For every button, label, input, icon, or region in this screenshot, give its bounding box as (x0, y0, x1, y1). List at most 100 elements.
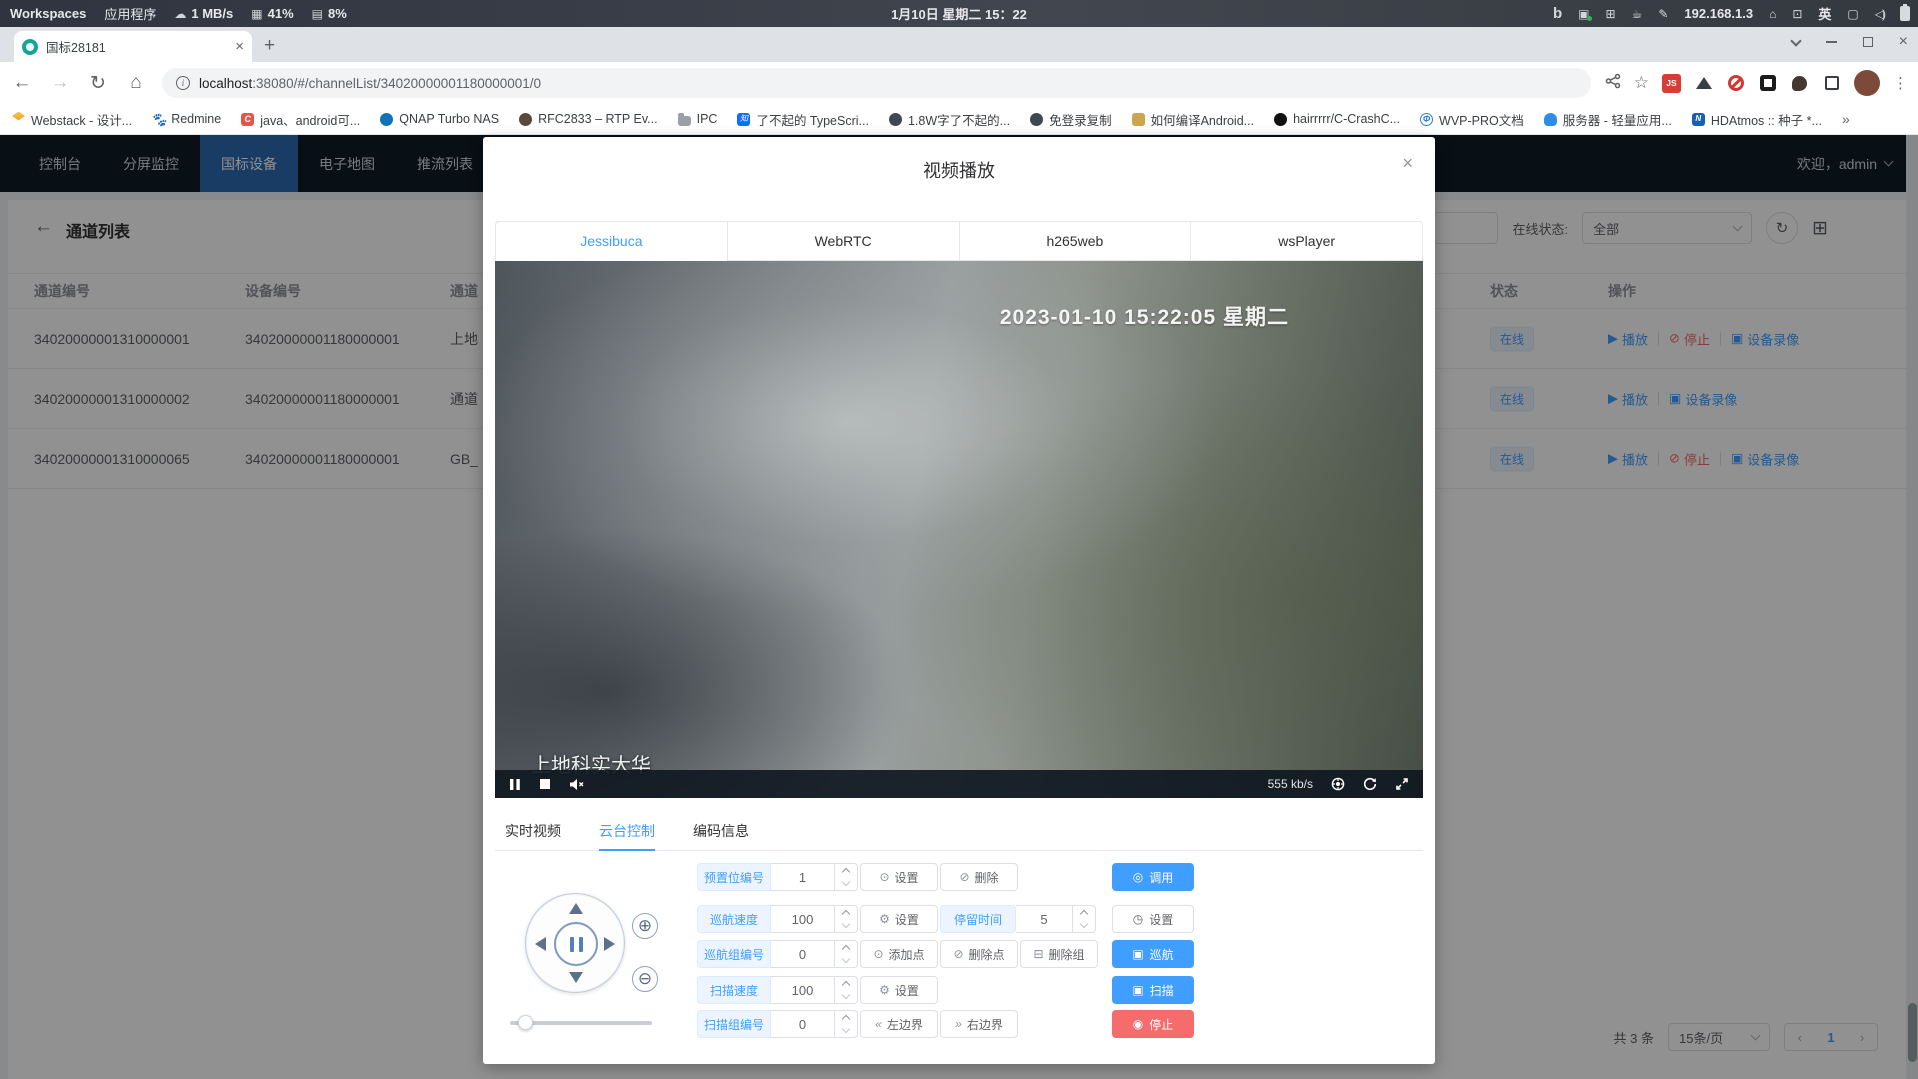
share-icon[interactable] (1605, 73, 1621, 94)
bookmark-item[interactable]: 知了不起的 TypeScri... (737, 110, 869, 129)
preset-stepper[interactable] (835, 863, 858, 891)
stepper-down-icon[interactable] (1073, 919, 1095, 932)
stepper-up-icon[interactable] (835, 977, 857, 990)
tab-jessibuca[interactable]: Jessibuca (495, 221, 728, 261)
tool-tray-icon[interactable]: ✎ (1658, 7, 1668, 21)
bookmark-item[interactable]: 服务器 - 轻量应用... (1544, 110, 1672, 129)
delete-point-button[interactable]: ⊘删除点 (940, 940, 1018, 968)
stepper-up-icon[interactable] (835, 906, 857, 919)
left-boundary-button[interactable]: «左边界 (860, 1010, 938, 1038)
fullscreen-icon[interactable] (1395, 777, 1409, 791)
hat-extension-icon[interactable] (1694, 74, 1713, 93)
ptz-right-icon[interactable] (604, 937, 615, 951)
ptz-up-icon[interactable] (569, 903, 583, 914)
window-close-button[interactable]: × (1899, 33, 1908, 51)
cruise-start-button[interactable]: ▣巡航 (1112, 940, 1194, 968)
preset-set-button[interactable]: ⊙设置 (860, 863, 938, 891)
ptz-down-icon[interactable] (569, 972, 583, 983)
slider-handle[interactable] (518, 1015, 533, 1030)
bookmark-item[interactable]: RFC2833 – RTP Ev... (519, 112, 658, 126)
bookmark-item[interactable]: 1.8W字了不起的... (889, 110, 1010, 129)
stepper-up-icon[interactable] (835, 864, 857, 877)
stepper-down-icon[interactable] (835, 954, 857, 967)
ptz-left-icon[interactable] (535, 937, 546, 951)
bookmark-item[interactable]: 如何编译Android... (1132, 110, 1255, 129)
cruise-group-stepper[interactable] (835, 940, 858, 968)
cup-tray-icon[interactable]: ☕ (1632, 7, 1643, 21)
browser-tab[interactable]: 国标28181 × (14, 31, 252, 62)
clock[interactable]: 1月10日 星期二 15：22 (891, 4, 1027, 23)
frame-extension-icon[interactable] (1822, 74, 1841, 93)
scan-speed-stepper[interactable] (835, 976, 858, 1004)
ptz-stop-button[interactable]: ◉停止 (1112, 1010, 1194, 1038)
url-bar[interactable]: i localhost:38080/#/channelList/34020000… (162, 68, 1591, 98)
site-info-icon[interactable]: i (176, 76, 190, 90)
display-tray-icon[interactable]: ▢ (1847, 7, 1858, 21)
stepper-up-icon[interactable] (835, 1011, 857, 1024)
window-minimize-button[interactable] (1826, 41, 1837, 43)
back-icon[interactable]: ← (10, 72, 34, 94)
preset-call-button[interactable]: ◎调用 (1112, 863, 1194, 891)
bookmark-item[interactable]: ΦWVP-PRO文档 (1420, 110, 1524, 129)
stepper-down-icon[interactable] (835, 1024, 857, 1037)
pause-button[interactable] (509, 778, 521, 791)
stepper-down-icon[interactable] (835, 990, 857, 1003)
stay-time-input[interactable]: 5 (1016, 905, 1073, 933)
applications-menu[interactable]: 应用程序 (104, 4, 156, 23)
close-icon[interactable]: × (1402, 153, 1413, 174)
zoom-out-icon[interactable]: ⊖ (632, 966, 658, 992)
tab-search-icon[interactable] (1790, 35, 1801, 46)
video-player[interactable]: 2023-01-10 15:22:05 星期二 上地科实大华 555 kb/s (495, 261, 1423, 798)
bookmark-item[interactable]: 免登录复制 (1030, 110, 1112, 129)
subtab-ptz-control[interactable]: 云台控制 (599, 813, 655, 851)
cruise-speed-stepper[interactable] (835, 905, 858, 933)
profile-avatar[interactable] (1854, 70, 1880, 96)
bookmark-item[interactable]: NHDAtmos :: 种子 *... (1692, 110, 1822, 129)
stepper-up-icon[interactable] (1073, 906, 1095, 919)
bookmarks-overflow-icon[interactable]: » (1842, 111, 1850, 127)
subtab-live-video[interactable]: 实时视频 (505, 813, 561, 851)
reload-icon[interactable]: ↻ (86, 72, 110, 95)
ptz-speed-slider[interactable] (510, 1021, 652, 1025)
bookmark-item[interactable]: hairrrrr/C-CrashC... (1274, 112, 1400, 126)
notes-tray-icon[interactable]: ▣ (1578, 7, 1589, 21)
stepper-down-icon[interactable] (835, 877, 857, 890)
volume-icon[interactable]: ◁) (1875, 7, 1884, 21)
forward-icon[interactable]: → (48, 72, 72, 94)
mute-icon[interactable] (569, 778, 585, 791)
tab-h265web[interactable]: h265web (959, 221, 1192, 261)
cruise-speed-input[interactable]: 100 (771, 905, 835, 933)
pin-extension-icon[interactable] (1790, 74, 1809, 93)
home-tray-icon[interactable]: ⌂ (1769, 7, 1776, 21)
bookmark-item[interactable]: 🐾Redmine (152, 112, 221, 126)
blocker-extension-icon[interactable] (1726, 74, 1745, 93)
scan-speed-set-button[interactable]: ⚙设置 (860, 976, 938, 1004)
performance-icon[interactable] (1331, 777, 1345, 791)
bookmark-item[interactable]: QNAP Turbo NAS (380, 112, 499, 126)
window-maximize-button[interactable] (1863, 37, 1873, 47)
bookmark-item[interactable]: Webstack - 设计... (12, 110, 132, 129)
scan-group-input[interactable]: 0 (771, 1010, 835, 1038)
new-tab-button[interactable]: + (264, 35, 275, 57)
right-boundary-button[interactable]: »右边界 (940, 1010, 1018, 1038)
windows-tray-icon[interactable]: ⊡ (1792, 7, 1802, 21)
tab-wsplayer[interactable]: wsPlayer (1190, 221, 1423, 261)
bookmark-item[interactable]: IPC (678, 112, 718, 126)
cruise-group-input[interactable]: 0 (771, 940, 835, 968)
add-point-button[interactable]: ⊙添加点 (860, 940, 938, 968)
browser-menu-icon[interactable]: ⋮ (1893, 74, 1908, 92)
scan-group-stepper[interactable] (835, 1010, 858, 1038)
preset-number-input[interactable]: 1 (771, 863, 835, 891)
scan-start-button[interactable]: ▣扫描 (1112, 976, 1194, 1004)
ip-address[interactable]: 192.168.1.3 (1684, 6, 1753, 21)
stepper-down-icon[interactable] (835, 919, 857, 932)
clipboard-tray-icon[interactable]: ⊞ (1606, 7, 1616, 21)
scan-speed-input[interactable]: 100 (771, 976, 835, 1004)
stop-playback-button[interactable] (539, 778, 551, 790)
battery-icon[interactable] (1900, 6, 1910, 21)
stay-time-set-button[interactable]: ◷设置 (1112, 905, 1194, 933)
ptz-direction-pad[interactable] (525, 893, 625, 993)
delete-group-button[interactable]: ⊟删除组 (1020, 940, 1098, 968)
refresh-stream-icon[interactable] (1363, 777, 1377, 791)
screenshot-extension-icon[interactable] (1758, 74, 1777, 93)
